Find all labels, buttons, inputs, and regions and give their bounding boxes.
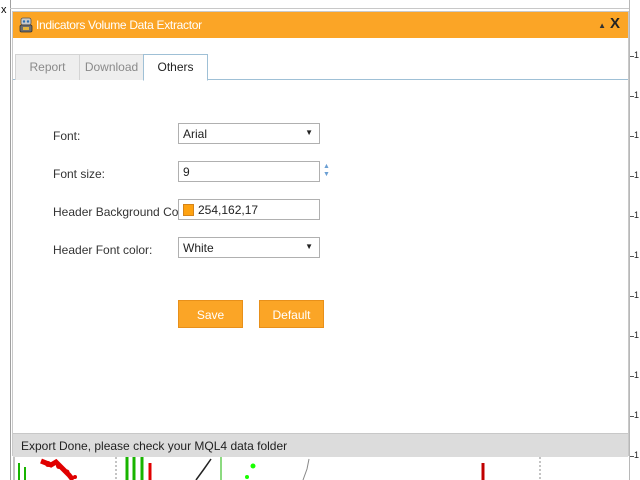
axis-tick-label: 1	[634, 210, 640, 220]
header-bg-color-input[interactable]: 254,162,17	[178, 199, 320, 220]
title-bar[interactable]: Indicators Volume Data Extractor ▲ X	[13, 12, 628, 38]
header-bg-color-label: Header Background Color:	[53, 205, 196, 219]
increment-icon[interactable]: ▲	[323, 163, 330, 170]
extractor-dialog: Indicators Volume Data Extractor ▲ X Rep…	[12, 11, 629, 457]
axis-tick-label: 1	[634, 370, 640, 380]
status-message: Export Done, please check your MQL4 data…	[21, 439, 288, 453]
decrement-icon[interactable]: ▼	[323, 171, 330, 178]
chevron-down-icon: ▼	[305, 128, 313, 137]
font-select-value: Arial	[183, 127, 208, 141]
font-label: Font:	[53, 129, 81, 143]
window-title: Indicators Volume Data Extractor	[36, 18, 202, 32]
tab-report[interactable]: Report	[15, 54, 80, 80]
header-bg-color-value: 254,162,17	[198, 203, 259, 217]
tab-others[interactable]: Others	[143, 54, 208, 81]
axis-tick-label: 1	[634, 170, 640, 180]
font-size-label: Font size:	[53, 167, 106, 181]
status-bar: Export Done, please check your MQL4 data…	[13, 433, 628, 457]
axis-tick-label: 1	[634, 250, 640, 260]
chart-top-border	[10, 8, 630, 9]
collapse-icon[interactable]: ▲	[598, 21, 606, 30]
header-font-color-select[interactable]: White ▼	[178, 237, 320, 258]
chevron-down-icon: ▼	[305, 242, 313, 251]
color-swatch[interactable]	[183, 204, 194, 216]
tab-bar: Report Download Others	[13, 54, 628, 81]
tab-download[interactable]: Download	[79, 54, 144, 80]
font-select[interactable]: Arial ▼	[178, 123, 320, 144]
axis-tick-label: 1	[634, 330, 640, 340]
panel-divider	[10, 0, 11, 480]
axis-tick-label: 1	[634, 450, 640, 460]
save-button[interactable]: Save	[178, 300, 243, 328]
app-robot-icon	[19, 17, 33, 33]
price-axis: 1 1 1 1 1 1 1 1 1 1 1	[629, 0, 640, 480]
axis-tick-label: 1	[634, 290, 640, 300]
axis-tick-label: 1	[634, 90, 640, 100]
font-size-value: 9	[183, 165, 190, 179]
axis-tick-label: 1	[634, 130, 640, 140]
chart-fragment	[11, 457, 629, 480]
default-button[interactable]: Default	[259, 300, 324, 328]
left-close-icon[interactable]: x	[1, 4, 7, 16]
left-panel-edge: x	[0, 0, 10, 480]
font-size-input[interactable]: 9	[178, 161, 320, 182]
axis-tick-label: 1	[634, 410, 640, 420]
axis-tick-label: 1	[634, 50, 640, 60]
close-icon[interactable]: X	[610, 15, 620, 32]
header-font-color-label: Header Font color:	[53, 243, 153, 257]
header-font-color-value: White	[183, 241, 214, 255]
screen: x 1 1 1 1 1 1 1 1 1 1 1 Indicators Volume Data Ext…	[0, 0, 640, 480]
font-size-stepper[interactable]: ▲ ▼	[323, 161, 333, 181]
